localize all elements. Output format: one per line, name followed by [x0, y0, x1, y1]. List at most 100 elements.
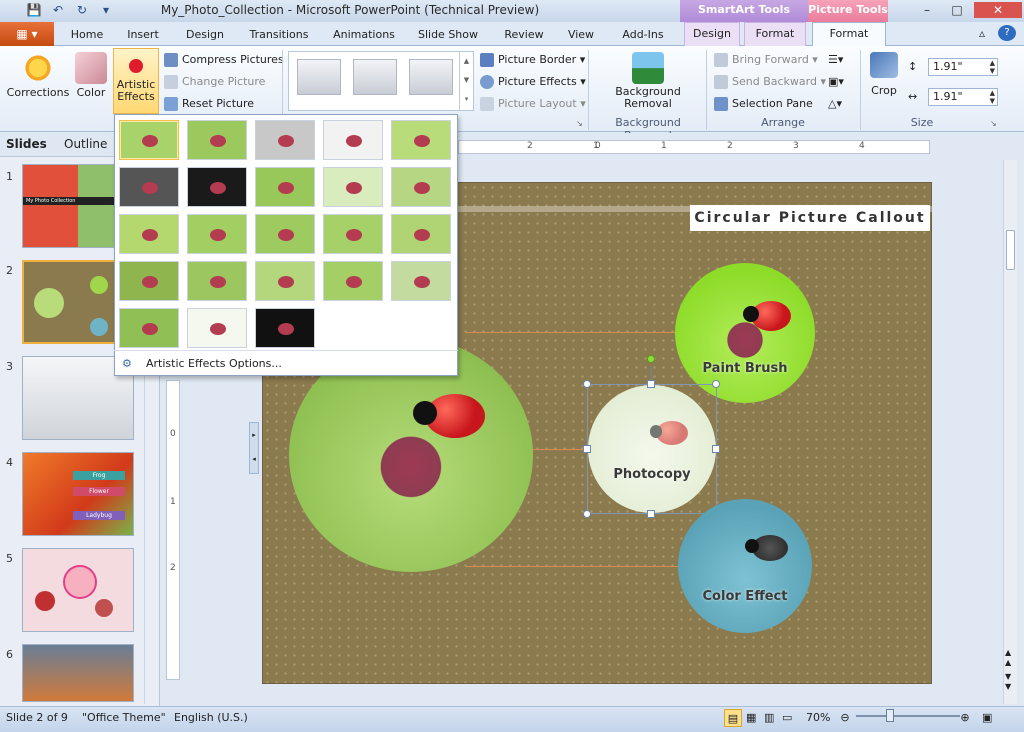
gallery-scroll[interactable]: ▲ ▼ ▾: [459, 52, 473, 110]
size-launcher-icon[interactable]: ↘: [990, 115, 997, 133]
editor-scrollbar[interactable]: ▲ ▲ ▼ ▼: [1003, 160, 1017, 704]
tab-home[interactable]: Home: [66, 26, 108, 44]
tab-view[interactable]: View: [564, 26, 598, 44]
crop-button[interactable]: Crop: [866, 48, 902, 97]
artistic-effect-texturizer[interactable]: [187, 261, 247, 301]
artistic-effect-photocopy[interactable]: [187, 308, 247, 348]
tab-review[interactable]: Review: [502, 26, 546, 44]
artistic-effect-blur[interactable]: [391, 167, 451, 207]
shape-height-input[interactable]: 1.91" ▲ ▼: [928, 58, 998, 76]
tab-smartart-design[interactable]: Design: [684, 22, 740, 46]
color-button[interactable]: Color: [72, 48, 110, 99]
align-icon[interactable]: ☰▾: [828, 51, 843, 69]
zoom-in-icon[interactable]: ⊕: [958, 709, 972, 727]
close-icon[interactable]: ✕: [974, 2, 1022, 18]
scrollbar-thumb[interactable]: [1006, 230, 1015, 270]
tab-slides[interactable]: Slides: [6, 137, 47, 151]
artistic-effect-light-screen[interactable]: [119, 214, 179, 254]
group-icon[interactable]: ▣▾: [828, 73, 844, 91]
resize-handle[interactable]: [583, 445, 591, 453]
resize-handle[interactable]: [712, 445, 720, 453]
minimize-icon[interactable]: –: [914, 2, 940, 18]
zoom-slider-handle[interactable]: [886, 709, 894, 722]
width-spinner-icon[interactable]: ▲ ▼: [990, 89, 995, 105]
resize-handle[interactable]: [712, 380, 720, 388]
picture-style-1[interactable]: [297, 59, 341, 95]
send-backward-button[interactable]: Send Backward ▾: [714, 73, 826, 91]
paint-brush-circle[interactable]: Paint Brush: [675, 263, 815, 403]
picture-layout-button[interactable]: Picture Layout ▾: [480, 95, 586, 113]
artistic-effect-pencil-sketch[interactable]: [323, 120, 383, 160]
color-effect-circle[interactable]: Color Effect: [678, 499, 812, 633]
slide-thumbnail-4[interactable]: Frog Flower Ladybug: [22, 452, 134, 536]
height-spinner-icon[interactable]: ▲ ▼: [990, 59, 995, 75]
prev-slide-icon[interactable]: ▲ ▲: [1005, 648, 1011, 668]
artistic-effect-cement[interactable]: [119, 261, 179, 301]
panel-collapse-handle[interactable]: ▸ ◂: [249, 422, 259, 474]
compress-pictures-button[interactable]: Compress Pictures: [164, 51, 284, 69]
theme-name[interactable]: "Office Theme": [82, 709, 166, 727]
artistic-effect-marker[interactable]: [187, 120, 247, 160]
artistic-effect-plastic-wrap[interactable]: [391, 261, 451, 301]
artistic-effect-crisscross-etching[interactable]: [255, 261, 315, 301]
artistic-effect-chalk-sketch[interactable]: [119, 167, 179, 207]
shape-width-input[interactable]: 1.91" ▲ ▼: [928, 88, 998, 106]
tab-picture-format[interactable]: Format: [812, 22, 886, 47]
picture-style-2[interactable]: [353, 59, 397, 95]
artistic-effect-glass[interactable]: [391, 214, 451, 254]
artistic-effect-glow-diffused[interactable]: [323, 167, 383, 207]
tab-animations[interactable]: Animations: [330, 26, 398, 44]
picture-style-3[interactable]: [409, 59, 453, 95]
slide-show-icon[interactable]: ▭: [782, 709, 792, 727]
resize-handle[interactable]: [647, 380, 655, 388]
artistic-effect-pencil-grayscale[interactable]: [255, 120, 315, 160]
reset-picture-button[interactable]: Reset Picture: [164, 95, 254, 113]
selection-pane-button[interactable]: Selection Pane: [714, 95, 813, 113]
rotate-icon[interactable]: △▾: [828, 95, 842, 113]
tab-insert[interactable]: Insert: [122, 26, 164, 44]
artistic-effect-none[interactable]: [119, 120, 179, 160]
artistic-effect-film-grain[interactable]: [255, 214, 315, 254]
background-removal-button[interactable]: Background Removal: [596, 48, 700, 110]
next-slide-icon[interactable]: ▼ ▼: [1005, 672, 1011, 692]
tab-design[interactable]: Design: [182, 26, 228, 44]
zoom-level[interactable]: 70%: [806, 709, 830, 727]
rotate-handle[interactable]: [647, 355, 655, 363]
artistic-effect-line-drawing[interactable]: [391, 120, 451, 160]
slide-title[interactable]: Circular Picture Callout: [690, 205, 930, 231]
picture-effects-button[interactable]: Picture Effects ▾: [480, 73, 586, 91]
fit-to-window-icon[interactable]: ▣: [982, 709, 992, 727]
tab-outline[interactable]: Outline: [64, 137, 107, 151]
tab-transitions[interactable]: Transitions: [244, 26, 314, 44]
language-indicator[interactable]: English (U.S.): [174, 709, 248, 727]
artistic-effect-paint-brush[interactable]: [255, 167, 315, 207]
corrections-button[interactable]: Corrections: [6, 48, 70, 99]
artistic-effects-button[interactable]: Artistic Effects: [113, 48, 159, 114]
artistic-effect-watercolor-sponge[interactable]: [187, 214, 247, 254]
maximize-icon[interactable]: □: [944, 2, 970, 18]
change-picture-button[interactable]: Change Picture: [164, 73, 265, 91]
reading-view-icon[interactable]: ▥: [764, 709, 774, 727]
artistic-effect-cutout[interactable]: [119, 308, 179, 348]
tab-smartart-format[interactable]: Format: [744, 22, 806, 46]
artistic-effect-paint-strokes[interactable]: [187, 167, 247, 207]
normal-view-icon[interactable]: ▤: [724, 709, 742, 727]
help-icon[interactable]: ?: [998, 25, 1016, 41]
artistic-effect-mosaic-bubbles[interactable]: [323, 214, 383, 254]
artistic-effect-pastels-smooth[interactable]: [323, 261, 383, 301]
tab-add-ins[interactable]: Add-Ins: [618, 26, 668, 44]
zoom-slider[interactable]: [856, 715, 960, 717]
resize-handle[interactable]: [583, 380, 591, 388]
artistic-effect-glow-edges[interactable]: [255, 308, 315, 348]
zoom-out-icon[interactable]: ⊖: [838, 709, 852, 727]
resize-handle[interactable]: [647, 510, 655, 518]
resize-handle[interactable]: [583, 510, 591, 518]
artistic-effects-options[interactable]: ⚙ Artistic Effects Options...: [114, 350, 458, 376]
slide-thumbnail-5[interactable]: [22, 548, 134, 632]
file-tab[interactable]: ▦ ▾: [0, 22, 54, 46]
bring-forward-button[interactable]: Bring Forward ▾: [714, 51, 818, 69]
picture-border-button[interactable]: Picture Border ▾: [480, 51, 585, 69]
slide-sorter-icon[interactable]: ▦: [746, 709, 756, 727]
picture-styles-launcher-icon[interactable]: ↘: [576, 115, 583, 133]
slide-thumbnail-6[interactable]: [22, 644, 134, 702]
